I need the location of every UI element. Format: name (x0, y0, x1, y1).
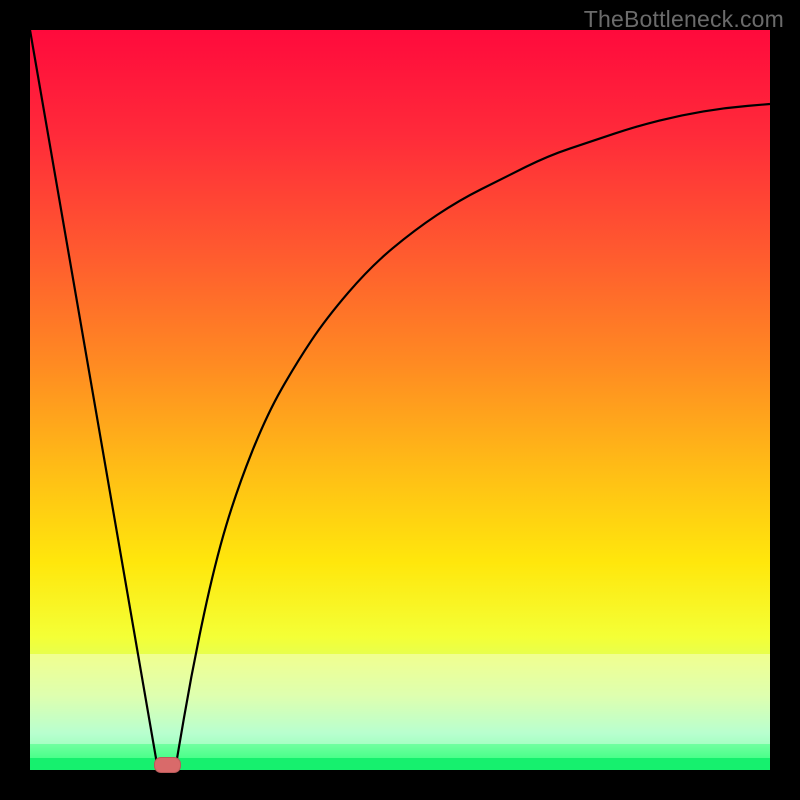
plot-area (30, 30, 770, 770)
curve-svg (30, 30, 770, 770)
curve-right-branch (175, 104, 770, 770)
baseline-strip (30, 758, 770, 770)
watermark-text: TheBottleneck.com (584, 6, 784, 33)
curve-left-branch (30, 30, 158, 770)
bottleneck-marker (154, 757, 181, 773)
highlight-band (30, 654, 770, 744)
chart-stage: TheBottleneck.com (0, 0, 800, 800)
